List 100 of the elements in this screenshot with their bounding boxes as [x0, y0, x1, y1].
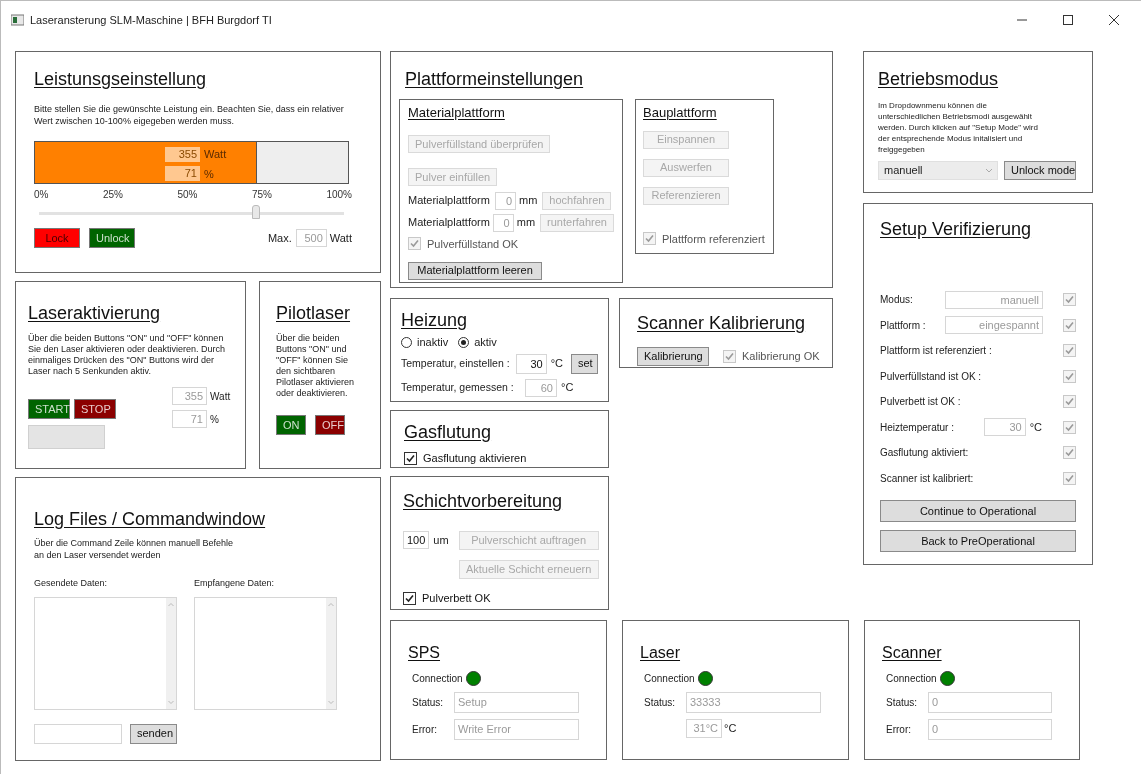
scrollbar[interactable] — [326, 597, 336, 709]
input-field[interactable]: 60 — [525, 378, 557, 397]
checkbox[interactable] — [403, 591, 416, 605]
checkbox-label: Gasflutung aktivieren — [423, 451, 527, 466]
input-field[interactable]: 30 — [516, 353, 547, 374]
input-field[interactable]: 355 — [172, 387, 207, 405]
maximize-icon[interactable] — [1063, 15, 1073, 25]
scale-label: 0% — [34, 188, 49, 202]
dropdown[interactable]: manuell — [878, 161, 998, 180]
field-label: Temperatur, gemessen : — [401, 379, 515, 395]
panel-title: Scanner Kalibrierung — [637, 312, 807, 335]
description: Über die beiden Buttons "ON" und "OFF" können Sie den Laser aktivieren oder deaktivieren. Durch einmaliges Drücken des "ON" Buttons wird der Laser nach 5 Senkunden aktiv. — [28, 333, 227, 377]
input-field[interactable]: 0 — [928, 719, 1052, 740]
sent-data-area[interactable] — [34, 596, 177, 710]
input-field[interactable]: 31°C — [686, 719, 722, 738]
unit-label: °C — [561, 380, 574, 396]
unlock-mode-button[interactable]: Unlock mode — [1004, 161, 1076, 180]
field-label: Empfangene Daten: — [194, 577, 276, 590]
unit-label: °C — [550, 356, 563, 372]
field-label: Heiztemperatur : — [880, 420, 954, 435]
app-icon — [11, 14, 24, 26]
close-icon[interactable] — [1109, 15, 1119, 25]
field-label: Status: — [412, 696, 445, 710]
field-label: Status: — [644, 696, 677, 710]
unit-label: °C — [1029, 420, 1042, 435]
input-field[interactable]: manuell — [945, 290, 1043, 309]
checkbox-label: Pulverfüllstand OK — [427, 236, 519, 252]
field-label: Scanner ist kalibriert: — [880, 471, 974, 486]
unit-label: Watt — [204, 147, 227, 162]
unlock-button[interactable]: Unlock — [89, 228, 135, 248]
continue-button[interactable]: Continue to Operational — [880, 500, 1076, 522]
description: Über die beiden Buttons "ON" und "OFF" können Sie den sichtbaren Pilotlaser aktivieren oder deaktivieren. — [276, 333, 356, 399]
dropdown-value: manuell — [884, 163, 923, 179]
field-label: Pulverbett ist OK : — [880, 395, 961, 410]
description: Bitte stellen Sie die gewünschte Leistung ein. Beachten Sie, dass ein relativer Wert zwischen 10-100% eigegeben werden muss. — [34, 103, 345, 127]
input-field[interactable]: 0 — [928, 692, 1052, 713]
radio-label: inaktiv — [417, 335, 449, 350]
input-field[interactable]: 71 — [172, 410, 207, 428]
empty-platform-button[interactable]: Materialplattform leeren — [408, 261, 542, 280]
back-button[interactable]: Back to PreOperational — [880, 530, 1076, 552]
received-data-area[interactable] — [194, 596, 337, 710]
panel-title: Pilotlaser — [276, 302, 352, 325]
slider-thumb[interactable] — [251, 205, 260, 219]
panel-title: Plattformeinstellungen — [405, 68, 585, 91]
panel-title: Gasflutung — [404, 421, 493, 444]
description: an den Laser versendet werden — [34, 549, 162, 561]
panel-title: Materialplattform — [408, 104, 506, 122]
field-label: Temperatur, einstellen : — [401, 355, 511, 371]
command-field[interactable] — [34, 723, 122, 744]
field-label: Connection — [886, 672, 937, 686]
checkbox[interactable] — [404, 451, 417, 465]
send-button[interactable]: senden — [130, 723, 177, 744]
on-button[interactable]: ON — [276, 415, 306, 435]
scale-label: 50% — [177, 188, 198, 202]
panel-title: SPS — [408, 643, 441, 663]
max-label: Max. — [267, 230, 292, 246]
radio-button[interactable] — [401, 336, 412, 348]
scale-label: 25% — [102, 188, 123, 202]
window-title: Laseransterung SLM-Maschine | BFH Burgdorf TI — [30, 12, 272, 28]
panel-title: Heizung — [401, 309, 469, 332]
stop-button[interactable]: STOP — [74, 399, 116, 419]
field-label: Plattform ist referenziert : — [880, 344, 992, 359]
input-field[interactable]: 0 — [495, 191, 516, 210]
unit-label: % — [204, 166, 214, 182]
caret-icon — [986, 168, 992, 173]
unit-label: Watt — [329, 230, 352, 246]
field-label: Connection — [412, 672, 463, 686]
input-field[interactable]: eingespannt — [945, 316, 1043, 335]
unit-label: °C — [724, 721, 737, 737]
panel-title: Laseraktivierung — [28, 302, 162, 325]
set-button[interactable]: set — [571, 353, 598, 374]
field-label: Connection — [644, 672, 695, 686]
unit-label: um — [433, 533, 449, 548]
field-label: Error: — [412, 723, 438, 737]
input-field[interactable]: Write Error — [454, 719, 579, 740]
radio-button[interactable] — [458, 336, 470, 348]
input-field[interactable]: 0 — [493, 213, 514, 232]
field-label: Plattform : — [880, 318, 926, 333]
calibrate-button[interactable]: Kalibrierung — [637, 347, 709, 366]
panel-title: Betriebsmodus — [878, 68, 1000, 91]
panel-title: Log Files / Commandwindow — [34, 508, 267, 531]
lock-button[interactable]: Lock — [34, 228, 80, 248]
input-field[interactable]: 33333 — [686, 692, 821, 713]
panel-title: Schichtvorbereitung — [403, 490, 564, 513]
off-button[interactable]: OFF — [315, 415, 345, 435]
unit-label: mm — [519, 193, 538, 209]
input-field[interactable]: 71 — [165, 166, 200, 182]
input-field[interactable]: 30 — [983, 418, 1026, 437]
scale-label: 75% — [251, 188, 272, 202]
panel-title: Scanner — [882, 643, 943, 663]
scrollbar[interactable] — [166, 597, 176, 709]
field-label: Pulverfüllstand ist OK : — [880, 369, 982, 384]
panel-title: Leistunsgseinstellung — [34, 68, 208, 91]
field-label: Error: — [886, 723, 912, 737]
input-field[interactable]: 100 — [403, 531, 430, 549]
input-field[interactable]: 500 — [295, 229, 327, 247]
slider[interactable] — [39, 204, 344, 222]
unit-label: Watt — [210, 389, 231, 404]
radio-label: aktiv — [474, 335, 497, 350]
input-field[interactable]: Setup — [454, 692, 579, 713]
